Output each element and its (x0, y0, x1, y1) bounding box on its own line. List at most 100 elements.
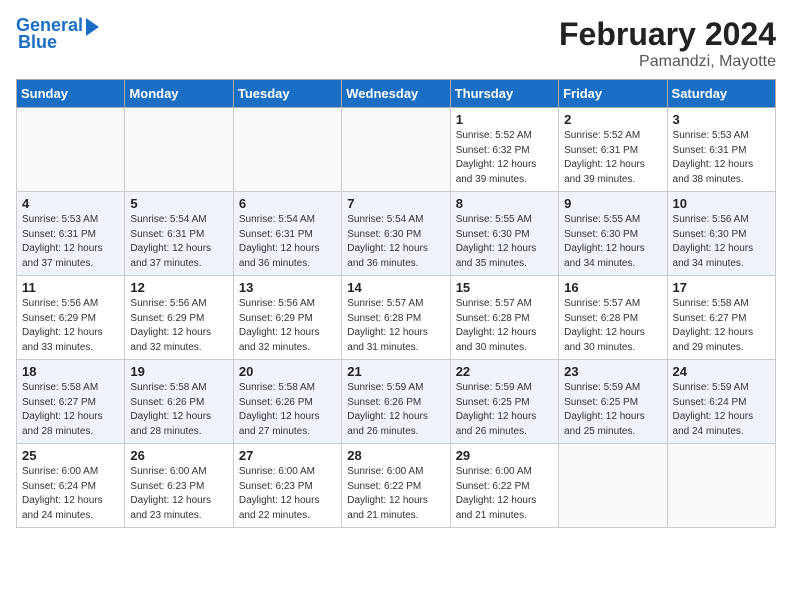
calendar-day-cell: 17 Sunrise: 5:58 AM Sunset: 6:27 PM Dayli… (667, 276, 775, 360)
day-info: Sunrise: 5:59 AM Sunset: 6:25 PM Dayligh… (456, 381, 553, 439)
calendar-day-cell: 9 Sunrise: 5:55 AM Sunset: 6:30 PM Daylig… (559, 192, 667, 276)
day-number: 13 (239, 280, 336, 295)
day-number: 8 (456, 196, 553, 211)
day-info: Sunrise: 6:00 AM Sunset: 6:23 PM Dayligh… (239, 465, 336, 523)
day-number: 6 (239, 196, 336, 211)
calendar-day-header: Friday (559, 80, 667, 108)
day-number: 10 (673, 196, 770, 211)
day-number: 4 (22, 196, 119, 211)
day-number: 22 (456, 364, 553, 379)
day-info: Sunrise: 5:55 AM Sunset: 6:30 PM Dayligh… (456, 213, 553, 271)
day-info: Sunrise: 5:56 AM Sunset: 6:29 PM Dayligh… (22, 297, 119, 355)
day-info: Sunrise: 6:00 AM Sunset: 6:22 PM Dayligh… (456, 465, 553, 523)
calendar-week-row: 25Sunrise: 6:00 AM Sunset: 6:24 PM Dayli… (17, 444, 776, 528)
calendar-day-cell: 5Sunrise: 5:54 AM Sunset: 6:31 PM Daylig… (125, 192, 233, 276)
calendar-week-row: 18Sunrise: 5:58 AM Sunset: 6:27 PM Dayli… (17, 360, 776, 444)
day-number: 21 (347, 364, 444, 379)
day-number: 7 (347, 196, 444, 211)
calendar-day-cell: 22 Sunrise: 5:59 AM Sunset: 6:25 PM Dayli… (450, 360, 558, 444)
day-number: 19 (130, 364, 227, 379)
day-number: 24 (673, 364, 770, 379)
page-header: General Blue February 2024 Pamandzi, May… (16, 16, 776, 71)
calendar-table: SundayMondayTuesdayWednesdayThursdayFrid… (16, 79, 776, 528)
day-number: 17 (673, 280, 770, 295)
day-number: 26 (130, 448, 227, 463)
day-info: Sunrise: 5:57 AM Sunset: 6:28 PM Dayligh… (564, 297, 661, 355)
calendar-day-cell: 11 Sunrise: 5:56 AM Sunset: 6:29 PM Dayli… (17, 276, 125, 360)
calendar-day-header: Thursday (450, 80, 558, 108)
logo-arrow-icon (86, 18, 99, 36)
day-info: Sunrise: 5:56 AM Sunset: 6:29 PM Dayligh… (239, 297, 336, 355)
day-info: Sunrise: 5:58 AM Sunset: 6:26 PM Dayligh… (130, 381, 227, 439)
day-info: Sunrise: 6:00 AM Sunset: 6:23 PM Dayligh… (130, 465, 227, 523)
calendar-day-cell: 2 Sunrise: 5:52 AM Sunset: 6:31 PM Daylig… (559, 108, 667, 192)
day-number: 29 (456, 448, 553, 463)
calendar-day-cell: 1 Sunrise: 5:52 AM Sunset: 6:32 PM Daylig… (450, 108, 558, 192)
page-title: February 2024 (559, 16, 776, 53)
calendar-day-cell: 27 Sunrise: 6:00 AM Sunset: 6:23 PM Dayli… (233, 444, 341, 528)
calendar-day-header: Tuesday (233, 80, 341, 108)
day-number: 15 (456, 280, 553, 295)
calendar-day-cell: 24 Sunrise: 5:59 AM Sunset: 6:24 PM Dayli… (667, 360, 775, 444)
title-block: February 2024 Pamandzi, Mayotte (559, 16, 776, 71)
day-info: Sunrise: 5:55 AM Sunset: 6:30 PM Dayligh… (564, 213, 661, 271)
calendar-day-cell (233, 108, 341, 192)
day-info: Sunrise: 5:58 AM Sunset: 6:27 PM Dayligh… (673, 297, 770, 355)
day-info: Sunrise: 5:56 AM Sunset: 6:30 PM Dayligh… (673, 213, 770, 271)
day-number: 27 (239, 448, 336, 463)
calendar-day-header: Saturday (667, 80, 775, 108)
calendar-day-cell (342, 108, 450, 192)
day-info: Sunrise: 5:53 AM Sunset: 6:31 PM Dayligh… (22, 213, 119, 271)
day-info: Sunrise: 6:00 AM Sunset: 6:22 PM Dayligh… (347, 465, 444, 523)
calendar-day-header: Sunday (17, 80, 125, 108)
day-info: Sunrise: 5:57 AM Sunset: 6:28 PM Dayligh… (456, 297, 553, 355)
day-info: Sunrise: 5:54 AM Sunset: 6:30 PM Dayligh… (347, 213, 444, 271)
calendar-day-header: Monday (125, 80, 233, 108)
calendar-day-cell (559, 444, 667, 528)
calendar-day-cell: 6 Sunrise: 5:54 AM Sunset: 6:31 PM Daylig… (233, 192, 341, 276)
day-number: 12 (130, 280, 227, 295)
calendar-day-cell: 15 Sunrise: 5:57 AM Sunset: 6:28 PM Dayli… (450, 276, 558, 360)
calendar-day-cell: 29 Sunrise: 6:00 AM Sunset: 6:22 PM Dayli… (450, 444, 558, 528)
day-info: Sunrise: 5:52 AM Sunset: 6:32 PM Dayligh… (456, 129, 553, 187)
day-number: 20 (239, 364, 336, 379)
day-number: 3 (673, 112, 770, 127)
calendar-day-cell (17, 108, 125, 192)
day-number: 14 (347, 280, 444, 295)
day-info: Sunrise: 5:58 AM Sunset: 6:26 PM Dayligh… (239, 381, 336, 439)
day-number: 16 (564, 280, 661, 295)
calendar-week-row: 1 Sunrise: 5:52 AM Sunset: 6:32 PM Daylig… (17, 108, 776, 192)
calendar-day-cell: 18Sunrise: 5:58 AM Sunset: 6:27 PM Dayli… (17, 360, 125, 444)
day-info: Sunrise: 5:59 AM Sunset: 6:26 PM Dayligh… (347, 381, 444, 439)
day-info: Sunrise: 5:54 AM Sunset: 6:31 PM Dayligh… (239, 213, 336, 271)
day-number: 11 (22, 280, 119, 295)
calendar-day-cell: 26 Sunrise: 6:00 AM Sunset: 6:23 PM Dayli… (125, 444, 233, 528)
calendar-day-cell: 21 Sunrise: 5:59 AM Sunset: 6:26 PM Dayli… (342, 360, 450, 444)
calendar-day-cell: 13 Sunrise: 5:56 AM Sunset: 6:29 PM Dayli… (233, 276, 341, 360)
calendar-day-cell: 20 Sunrise: 5:58 AM Sunset: 6:26 PM Dayli… (233, 360, 341, 444)
day-info: Sunrise: 5:59 AM Sunset: 6:25 PM Dayligh… (564, 381, 661, 439)
calendar-day-cell: 12 Sunrise: 5:56 AM Sunset: 6:29 PM Dayli… (125, 276, 233, 360)
day-info: Sunrise: 5:59 AM Sunset: 6:24 PM Dayligh… (673, 381, 770, 439)
day-info: Sunrise: 5:52 AM Sunset: 6:31 PM Dayligh… (564, 129, 661, 187)
calendar-day-cell: 8 Sunrise: 5:55 AM Sunset: 6:30 PM Daylig… (450, 192, 558, 276)
day-info: Sunrise: 5:58 AM Sunset: 6:27 PM Dayligh… (22, 381, 119, 439)
day-info: Sunrise: 5:56 AM Sunset: 6:29 PM Dayligh… (130, 297, 227, 355)
day-info: Sunrise: 5:57 AM Sunset: 6:28 PM Dayligh… (347, 297, 444, 355)
calendar-day-cell: 4 Sunrise: 5:53 AM Sunset: 6:31 PM Daylig… (17, 192, 125, 276)
calendar-day-cell: 3 Sunrise: 5:53 AM Sunset: 6:31 PM Daylig… (667, 108, 775, 192)
logo-blue: Blue (16, 32, 57, 53)
calendar-week-row: 4 Sunrise: 5:53 AM Sunset: 6:31 PM Daylig… (17, 192, 776, 276)
calendar-header-row: SundayMondayTuesdayWednesdayThursdayFrid… (17, 80, 776, 108)
calendar-day-cell: 7 Sunrise: 5:54 AM Sunset: 6:30 PM Daylig… (342, 192, 450, 276)
day-number: 9 (564, 196, 661, 211)
calendar-day-header: Wednesday (342, 80, 450, 108)
page-subtitle: Pamandzi, Mayotte (559, 53, 776, 71)
logo: General Blue (16, 16, 99, 53)
day-number: 2 (564, 112, 661, 127)
calendar-day-cell: 10 Sunrise: 5:56 AM Sunset: 6:30 PM Dayli… (667, 192, 775, 276)
day-info: Sunrise: 5:53 AM Sunset: 6:31 PM Dayligh… (673, 129, 770, 187)
day-info: Sunrise: 6:00 AM Sunset: 6:24 PM Dayligh… (22, 465, 119, 523)
day-number: 28 (347, 448, 444, 463)
day-number: 1 (456, 112, 553, 127)
